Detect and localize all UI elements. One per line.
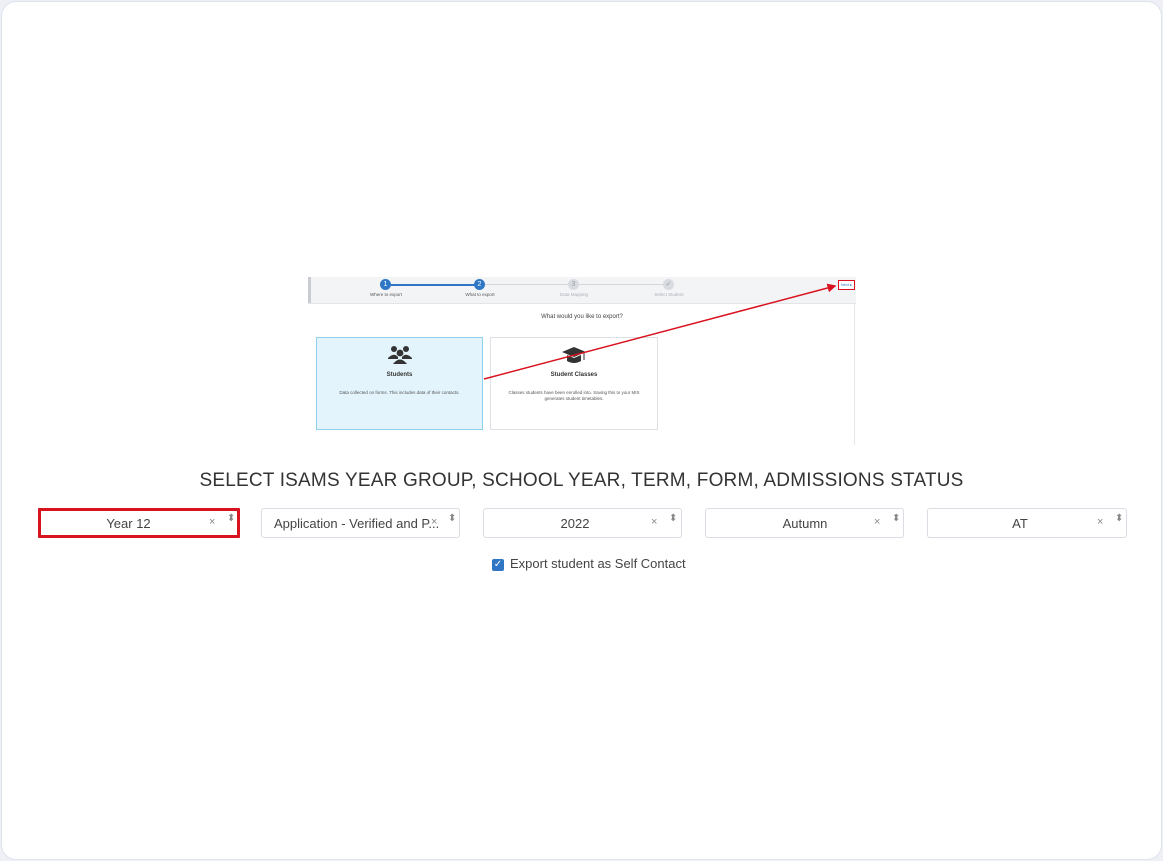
sort-arrows-icon[interactable]: ⬍	[448, 514, 456, 524]
highlight-box	[38, 508, 240, 538]
school-year-value: 2022	[560, 516, 590, 531]
sort-arrows-icon[interactable]: ⬍	[892, 514, 900, 524]
annotation-arrow	[483, 283, 837, 380]
form-value: AT	[1012, 516, 1028, 531]
admissions-status-value: Application - Verified and P...	[274, 516, 440, 531]
clear-icon[interactable]: ×	[651, 516, 657, 528]
self-contact-option[interactable]: ✓ Export student as Self Contact	[492, 556, 686, 572]
term-select[interactable]: Autumn × ⬍	[705, 508, 904, 538]
admissions-status-select[interactable]: Application - Verified and P... × ⬍	[261, 508, 460, 538]
checkbox[interactable]: ✓	[492, 558, 504, 571]
page-title: SELECT ISAMS YEAR GROUP, SCHOOL YEAR, TE…	[199, 470, 964, 491]
sort-arrows-icon[interactable]: ⬍	[1115, 514, 1123, 524]
embedded-export-screenshot: 1 Where to export 2 What to export 3 Dat…	[308, 277, 856, 445]
sort-arrows-icon[interactable]: ⬍	[669, 514, 677, 524]
clear-icon[interactable]: ×	[431, 516, 437, 528]
self-contact-label: Export student as Self Contact	[510, 556, 686, 571]
clear-icon[interactable]: ×	[1097, 516, 1103, 528]
school-year-select[interactable]: 2022 × ⬍	[483, 508, 682, 538]
clear-icon[interactable]: ×	[874, 516, 880, 528]
form-select[interactable]: AT × ⬍	[927, 508, 1127, 538]
